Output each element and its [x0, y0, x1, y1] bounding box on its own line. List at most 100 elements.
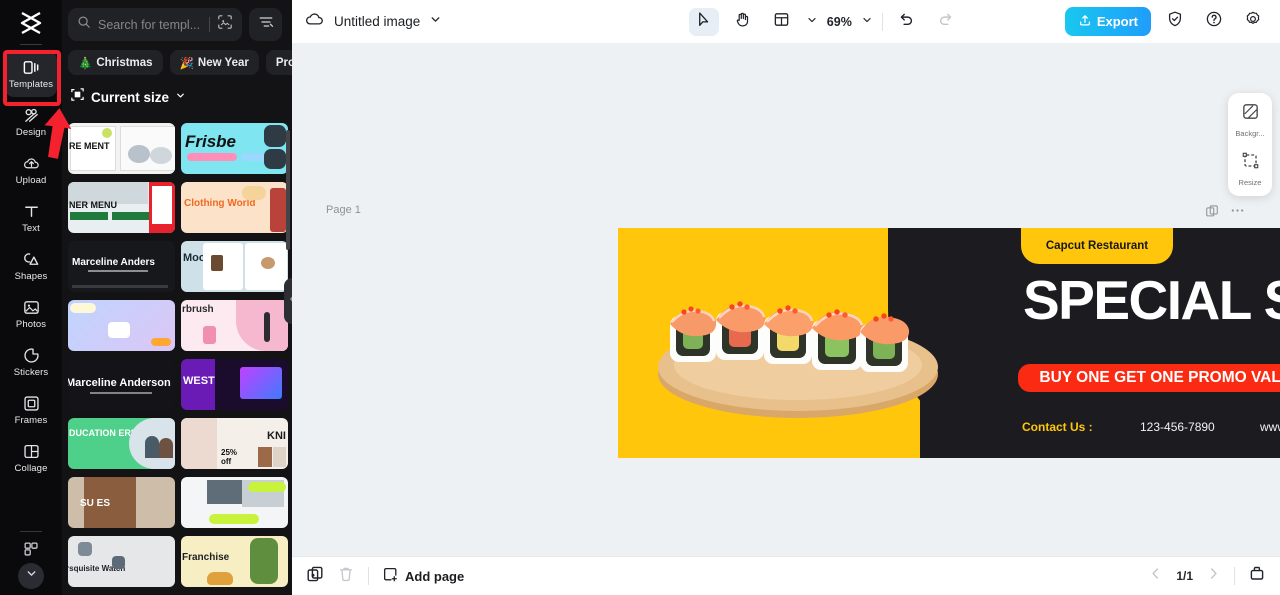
sidebar-item-label: Upload — [15, 175, 47, 187]
filter-button[interactable] — [249, 8, 282, 41]
stickers-icon — [22, 346, 41, 365]
rail-expand-button[interactable] — [18, 563, 44, 589]
capcut-logo-icon[interactable] — [14, 8, 48, 38]
floating-tools-panel: Backgr... Resize — [1228, 93, 1272, 196]
template-thumb[interactable]: Frisbe — [181, 123, 288, 174]
sidebar-item-text[interactable]: Text — [5, 195, 57, 241]
design-icon — [22, 106, 41, 125]
grid-more-icon[interactable] — [22, 540, 41, 559]
sidebar-item-design[interactable]: Design — [5, 99, 57, 145]
next-page-button[interactable] — [1206, 566, 1221, 586]
contact-phone[interactable]: 123-456-7890 — [1140, 420, 1260, 434]
layout-tool-button[interactable] — [767, 8, 797, 36]
template-thumb[interactable]: rsquisite Watch — [68, 536, 175, 587]
duplicate-page-icon[interactable] — [306, 565, 324, 588]
undo-button[interactable] — [892, 8, 922, 36]
shield-button[interactable] — [1160, 8, 1190, 36]
template-thumb[interactable]: RE MENT — [68, 123, 175, 174]
zoom-level[interactable]: 69% — [827, 15, 852, 29]
chevron-left-icon — [288, 292, 292, 310]
sidebar-item-upload[interactable]: Upload — [5, 147, 57, 193]
settings-button[interactable] — [1238, 8, 1268, 36]
image-search-icon[interactable] — [217, 14, 233, 35]
template-thumb[interactable]: Marceline Anderson — [68, 359, 175, 410]
templates-icon — [22, 58, 41, 77]
template-thumb[interactable]: DUCATION ERE — [68, 418, 175, 469]
chevron-down-icon — [25, 567, 38, 585]
upload-cloud-icon — [22, 154, 41, 173]
rail-divider-bottom — [20, 531, 42, 532]
design-artboard[interactable]: Capcut Restaurant 123 Anywhere St., Any … — [618, 228, 1280, 458]
export-button[interactable]: Export — [1064, 7, 1151, 36]
template-thumb[interactable]: Franchise — [181, 536, 288, 587]
thumb-title: NER MENU — [69, 200, 118, 210]
contact-website[interactable]: www.capcut.com — [1260, 420, 1280, 434]
page-grid-icon[interactable] — [1248, 565, 1266, 588]
restaurant-badge[interactable]: Capcut Restaurant — [1021, 228, 1173, 264]
add-page-icon — [382, 566, 399, 586]
resize-label: Resize — [1238, 178, 1262, 187]
headline-text[interactable]: SPECIAL SUSHI — [1023, 273, 1280, 328]
chip-new-year[interactable]: 🎉 New Year — [169, 50, 259, 75]
thumb-title: Frisbe — [185, 132, 237, 151]
layout-chevron-down-icon[interactable] — [806, 13, 818, 31]
sidebar-item-label: Stickers — [13, 367, 49, 379]
template-thumb[interactable]: Clothing World — [181, 182, 288, 233]
resize-tool-button[interactable]: Resize — [1238, 151, 1262, 187]
select-tool-button[interactable] — [688, 7, 719, 36]
thumb-title: SU ES — [80, 498, 111, 509]
bottom-divider — [368, 567, 369, 585]
duplicate-icon[interactable] — [1205, 204, 1219, 223]
chip-pro[interactable]: Pro — [265, 50, 292, 75]
chevron-down-icon[interactable] — [429, 13, 442, 31]
current-size-label: Current size — [91, 89, 170, 105]
document-title[interactable]: Untitled image — [334, 14, 420, 29]
promo-text: BUY ONE GET ONE PROMO VALID UNTIL 25TH F… — [1039, 369, 1280, 386]
search-input[interactable]: Search for templ... — [68, 8, 242, 41]
redo-button[interactable] — [931, 8, 961, 36]
add-page-button[interactable]: Add page — [382, 566, 464, 586]
zoom-chevron-down-icon[interactable] — [861, 13, 873, 31]
sidebar-item-collage[interactable]: Collage — [5, 435, 57, 481]
hand-tool-button[interactable] — [728, 8, 758, 36]
template-thumb[interactable]: NER MENU — [68, 182, 175, 233]
template-thumb[interactable]: Mocha — [181, 241, 288, 292]
sidebar-item-templates[interactable]: Templates — [5, 51, 57, 97]
current-size-selector[interactable]: Current size — [62, 75, 292, 107]
template-thumb[interactable]: KNI 25% off — [181, 418, 288, 469]
cloud-sync-icon[interactable] — [304, 9, 325, 35]
template-thumb[interactable]: Marceline Anders — [68, 241, 175, 292]
sushi-platter-photo — [658, 301, 938, 418]
filter-icon — [258, 14, 274, 35]
contact-label[interactable]: Contact Us : — [1022, 420, 1140, 434]
template-thumb[interactable]: WEST — [181, 359, 288, 410]
sidebar-item-label: Text — [22, 223, 40, 235]
trash-icon[interactable] — [337, 565, 355, 588]
prev-page-button[interactable] — [1148, 566, 1163, 586]
template-panel-scrollbar[interactable] — [286, 130, 290, 250]
photos-icon — [22, 298, 41, 317]
background-tool-button[interactable]: Backgr... — [1235, 102, 1265, 138]
sidebar-item-label: Templates — [8, 79, 54, 91]
panel-collapse-handle[interactable] — [284, 278, 292, 324]
chip-christmas[interactable]: 🎄 Christmas — [68, 50, 163, 75]
template-thumb[interactable] — [68, 300, 175, 351]
sidebar-item-label: Frames — [14, 415, 48, 427]
more-horizontal-icon[interactable] — [1230, 203, 1245, 223]
toolbar-divider — [881, 12, 883, 31]
frames-icon — [22, 394, 41, 413]
search-icon — [77, 15, 91, 34]
help-button[interactable] — [1199, 8, 1229, 36]
thumb-title: WEST — [183, 375, 215, 387]
sidebar-item-shapes[interactable]: Shapes — [5, 243, 57, 289]
bottom-toolbar: Add page 1/1 — [292, 556, 1280, 595]
promo-banner[interactable]: BUY ONE GET ONE PROMO VALID UNTIL 25TH F… — [1018, 364, 1280, 393]
template-thumb[interactable]: SU ES — [68, 477, 175, 528]
template-thumb[interactable]: rbrush — [181, 300, 288, 351]
sidebar-item-frames[interactable]: Frames — [5, 387, 57, 433]
sidebar-item-photos[interactable]: Photos — [5, 291, 57, 337]
canvas-workspace[interactable]: Page 1 Capcut Restaurant SPECIAL BUY ONE… — [292, 43, 1280, 556]
top-toolbar: Untitled image 69% Export — [292, 0, 1280, 43]
template-thumb[interactable] — [181, 477, 288, 528]
sidebar-item-stickers[interactable]: Stickers — [5, 339, 57, 385]
